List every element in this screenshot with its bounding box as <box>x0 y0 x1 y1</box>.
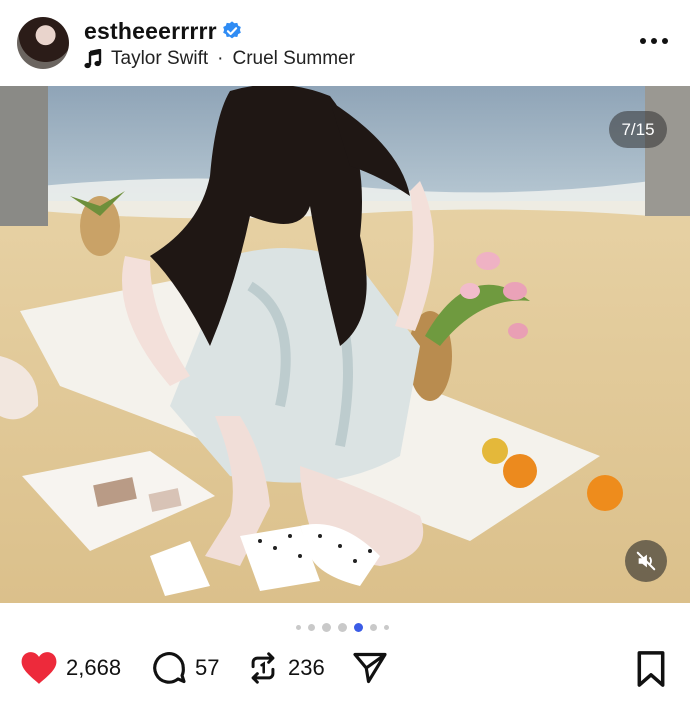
carousel-dot <box>370 624 377 631</box>
username[interactable]: estheeerrrrr <box>84 18 217 45</box>
bookmark-button[interactable] <box>636 650 666 688</box>
carousel-counter: 7/15 <box>609 111 667 148</box>
share-icon <box>353 652 387 684</box>
heart-icon <box>21 652 57 684</box>
avatar[interactable] <box>17 17 69 69</box>
repost-count: 236 <box>288 655 325 680</box>
carousel-dots <box>296 623 396 632</box>
beach-photo-illustration <box>0 86 690 603</box>
music-note-icon <box>84 49 102 69</box>
carousel-dot <box>322 623 331 632</box>
song-title: Cruel Summer <box>232 48 355 69</box>
like-button[interactable]: 2,668 <box>20 650 121 686</box>
post-header: estheeerrrrr Taylor Swift · Cruel Summer <box>0 0 690 86</box>
like-count: 2,668 <box>66 655 122 680</box>
repost-icon <box>251 652 275 684</box>
comment-button[interactable]: 57 <box>151 650 219 686</box>
comment-count: 57 <box>195 655 220 680</box>
mute-icon <box>636 551 656 571</box>
carousel-dot <box>338 623 347 632</box>
carousel-dot <box>296 625 301 630</box>
comment-icon <box>153 652 186 684</box>
share-button[interactable] <box>352 650 388 686</box>
action-bar: 2,668 57 236 <box>0 650 690 690</box>
music-separator: · <box>217 48 224 69</box>
bookmark-icon <box>637 651 665 687</box>
carousel-dot <box>308 624 315 631</box>
more-icon[interactable] <box>640 30 668 52</box>
repost-button[interactable]: 236 <box>246 650 325 686</box>
verified-badge-icon <box>223 21 241 39</box>
carousel-dot-active <box>354 623 363 632</box>
carousel-dot <box>384 625 389 630</box>
music-info[interactable]: Taylor Swift · Cruel Summer <box>84 48 355 70</box>
post-photo[interactable] <box>0 86 690 603</box>
artist-name: Taylor Swift <box>111 48 209 69</box>
mute-button[interactable] <box>625 540 667 582</box>
